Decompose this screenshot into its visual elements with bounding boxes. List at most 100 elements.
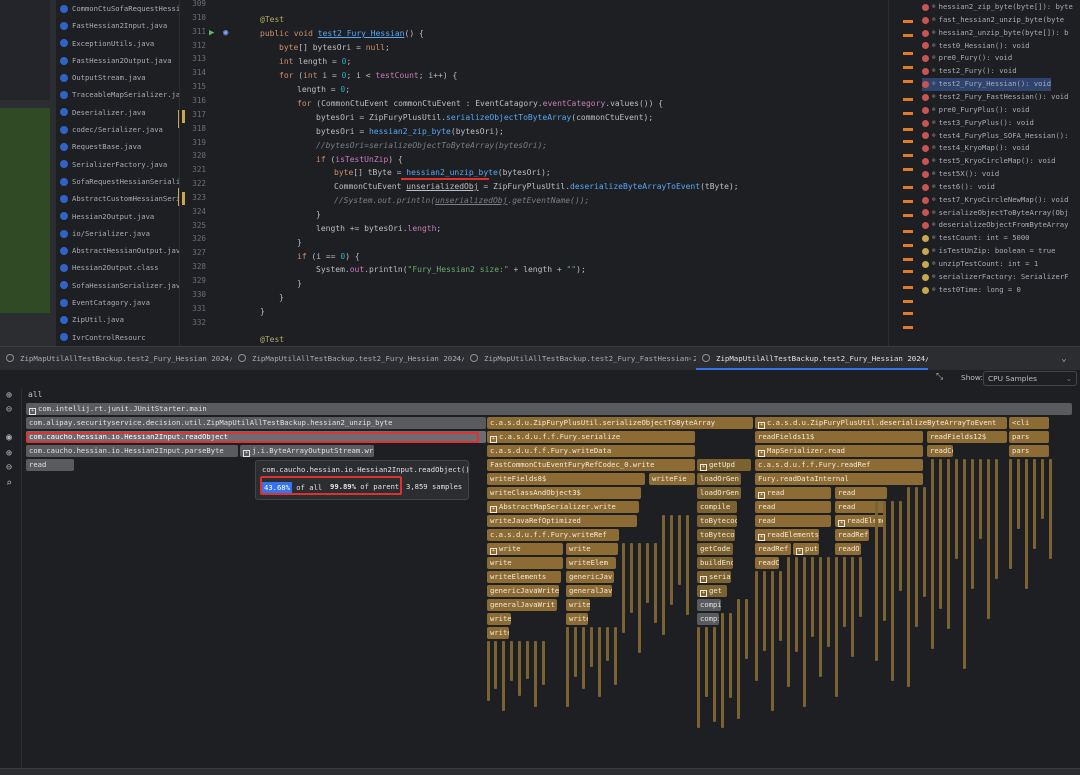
flame-frame[interactable]: write <box>487 627 509 639</box>
project-file-item[interactable]: CommonCtuSofaRequestHessian <box>56 0 179 17</box>
flame-frame[interactable]: + j.i.ByteArrayOutputStream.write <box>240 445 374 457</box>
flame-frame[interactable] <box>923 487 926 597</box>
close-icon[interactable]: × <box>456 347 460 370</box>
flame-frame[interactable] <box>729 613 732 698</box>
flame-frame[interactable]: Fury.readDataInternal <box>755 473 923 485</box>
flame-frame[interactable] <box>915 487 918 627</box>
flame-frame[interactable]: toBytecod <box>697 529 735 541</box>
flame-frame[interactable]: read <box>755 515 831 527</box>
flame-frame[interactable]: write <box>566 599 590 611</box>
flame-frame[interactable] <box>678 515 681 585</box>
flame-frame[interactable] <box>630 543 633 613</box>
flame-frame[interactable] <box>598 627 601 697</box>
flame-frame[interactable] <box>779 571 782 641</box>
flame-frame[interactable] <box>971 459 974 589</box>
flame-frame[interactable]: writeClassAndObject3$ <box>487 487 641 499</box>
flame-frame[interactable]: pars <box>1009 431 1049 443</box>
flame-frame[interactable] <box>494 641 497 689</box>
flame-frame[interactable] <box>622 543 625 633</box>
flame-frame[interactable]: pars <box>1009 445 1049 457</box>
flame-frame[interactable] <box>795 557 798 652</box>
structure-item[interactable]: ⊛ deserializeObjectFromByteArray <box>922 219 1068 232</box>
flame-frame[interactable]: <cli <box>1009 417 1049 429</box>
project-file-item[interactable]: ZipUtil.java <box>56 311 179 328</box>
structure-item[interactable]: ⊛ test6(): void <box>922 181 995 194</box>
flame-frame[interactable]: readRef <box>835 529 869 541</box>
flame-frame[interactable]: com.alipay.securityservice.decision.util… <box>26 417 486 429</box>
flame-frame[interactable] <box>931 459 934 649</box>
flame-frame[interactable]: + com.intellij.rt.junit.JUnitStarter.main <box>26 403 1072 415</box>
structure-item[interactable]: ⊛ test2_Fury_FastHessian(): void <box>922 91 1068 104</box>
flame-frame[interactable] <box>654 543 657 623</box>
project-file-item[interactable]: SofaHessianSerializer.java <box>56 277 179 294</box>
flame-frame[interactable] <box>899 501 902 591</box>
structure-item[interactable]: ⊛ test4_FuryPlus_SOFA_Hessian(): <box>922 130 1068 143</box>
flame-frame[interactable]: + write <box>487 543 563 555</box>
debug-test-icon[interactable]: ◉ <box>223 28 228 38</box>
flame-frame[interactable]: + c.a.s.d.u.f.f.Fury.serialize <box>487 431 695 443</box>
zoom-out-icon[interactable]: ⊖ <box>6 462 12 473</box>
flame-frame[interactable] <box>542 641 545 685</box>
flame-frame[interactable]: + AbstractMapSerializer.write <box>487 501 639 513</box>
more-tabs-icon[interactable]: ⌄ <box>1054 349 1074 369</box>
add-icon[interactable]: ⊕ <box>6 390 12 401</box>
flame-frame[interactable] <box>827 557 830 647</box>
flame-frame[interactable] <box>875 501 878 661</box>
flame-frame[interactable] <box>721 613 724 728</box>
structure-item[interactable]: ⊛ isTestUnZip: boolean = true <box>922 245 1055 258</box>
flame-frame[interactable]: readFields11$ <box>755 431 923 443</box>
project-file-item[interactable]: ExceptionUtils.java <box>56 35 179 52</box>
flame-frame[interactable] <box>1033 459 1036 549</box>
zoom-in-icon[interactable]: ⊕ <box>6 448 12 459</box>
project-file-item[interactable]: AbstractCustomHessianSerial <box>56 190 179 207</box>
flame-frame[interactable]: readC <box>755 557 779 569</box>
flame-frame[interactable] <box>518 641 521 696</box>
flame-frame[interactable] <box>995 459 998 579</box>
structure-item[interactable]: ⊛ pre0_FuryPlus(): void <box>922 104 1030 117</box>
editor-scrollbar[interactable] <box>888 0 916 346</box>
flame-frame[interactable] <box>1009 459 1012 569</box>
structure-item[interactable]: ⊛ test3_FuryPlus(): void <box>922 117 1034 130</box>
flame-frame[interactable]: read <box>755 501 831 513</box>
flame-frame[interactable] <box>1025 459 1028 589</box>
flame-frame[interactable] <box>987 459 990 619</box>
flame-frame[interactable]: compi <box>697 613 719 625</box>
flame-frame[interactable] <box>638 543 641 653</box>
flame-frame[interactable]: writeFields8$ <box>487 473 645 485</box>
profiler-tab-4[interactable]: ZipMapUtilAllTestBackup.test2_Fury_Hessi… <box>696 347 928 370</box>
structure-item[interactable]: ⊛ test4_KryoMap(): void <box>922 142 1030 155</box>
project-file-item[interactable]: OutputStream.java <box>56 69 179 86</box>
flame-frame[interactable]: write <box>566 613 588 625</box>
flame-frame[interactable] <box>835 557 838 697</box>
structure-item[interactable]: ⊛ test7_KryoCircleNewMap(): void <box>922 194 1068 207</box>
flame-frame[interactable] <box>851 557 854 657</box>
expand-icon[interactable]: + <box>758 450 765 457</box>
flame-graph[interactable]: all + com.intellij.rt.junit.JUnitStarter.… <box>22 388 1080 768</box>
flame-frame[interactable]: genericJavaWrite <box>487 585 559 597</box>
structure-item[interactable]: ⊛ test2_Fury_Hessian(): void <box>922 78 1052 91</box>
flame-frame[interactable]: generalJavaWrit <box>487 599 557 611</box>
close-icon[interactable]: × <box>920 347 924 368</box>
flame-frame[interactable]: read <box>26 459 74 471</box>
flame-frame[interactable]: genericJav <box>566 571 614 583</box>
expand-icon[interactable]: + <box>490 548 497 555</box>
flame-frame[interactable]: com.caucho.hessian.io.Hessian2Input.pars… <box>26 445 238 457</box>
profiler-tab-3[interactable]: ZipMapUtilAllTestBackup.test2_Fury_FastH… <box>464 347 696 370</box>
expand-icon[interactable]: + <box>758 492 765 499</box>
project-file-item[interactable]: RequestBase.java <box>56 138 179 155</box>
expand-icon[interactable]: + <box>758 422 765 429</box>
structure-item[interactable]: ⊛ test5X(): void <box>922 168 999 181</box>
flame-frame[interactable] <box>705 627 708 697</box>
expand-icon[interactable]: + <box>490 436 497 443</box>
project-file-item[interactable]: Hessian2Output.java <box>56 208 179 225</box>
structure-item[interactable]: ⊛ test0Time: long = 0 <box>922 284 1021 297</box>
flame-frame[interactable]: writeElem <box>566 557 616 569</box>
flame-frame[interactable] <box>947 459 950 629</box>
flame-frame[interactable]: loadOrGen <box>697 473 741 485</box>
flame-frame[interactable] <box>582 627 585 689</box>
project-file-item[interactable]: AbstractHessianOutput.java <box>56 242 179 259</box>
project-file-item[interactable]: SofaRequestHessianSerializ <box>56 173 179 190</box>
flame-frame[interactable] <box>662 515 665 635</box>
flame-frame[interactable] <box>1041 459 1044 519</box>
structure-item[interactable]: ⊛ test0_Hessian(): void <box>922 40 1030 53</box>
